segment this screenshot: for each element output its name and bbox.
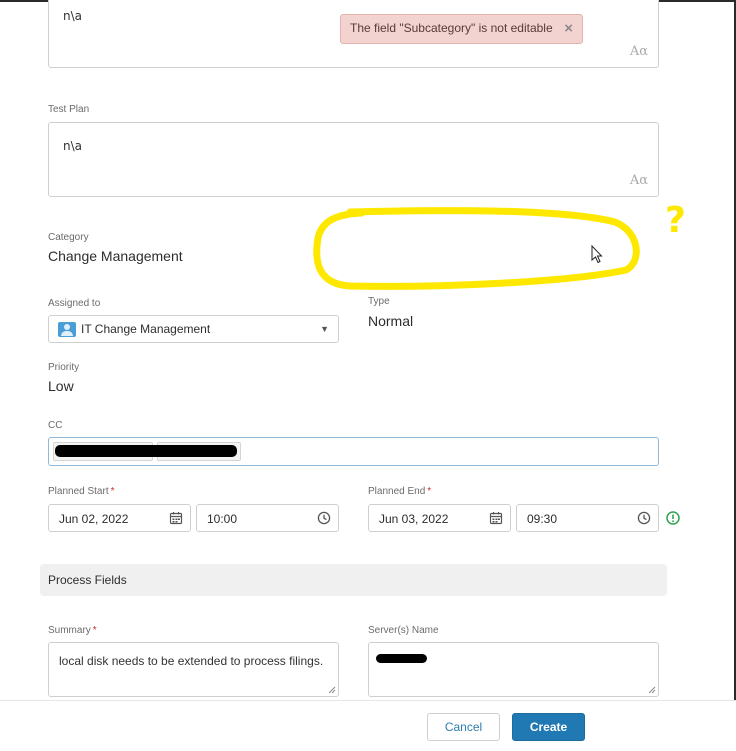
toast-message: The field "Subcategory" is not editable <box>350 21 553 35</box>
planned-end-date: Jun 03, 2022 <box>379 512 449 526</box>
text-format-icon[interactable]: Aα <box>630 44 648 59</box>
assigned-to-label: Assigned to <box>48 298 101 309</box>
process-fields-title: Process Fields <box>48 573 127 587</box>
priority-value: Low <box>48 378 74 394</box>
group-icon <box>58 322 76 337</box>
redaction-mark <box>376 654 427 663</box>
resize-handle-icon[interactable] <box>648 686 656 694</box>
assigned-to-value: IT Change Management <box>81 322 211 336</box>
planned-start-time: 10:00 <box>207 512 238 526</box>
planned-end-time-input[interactable]: 09:30 <box>516 504 659 532</box>
annotation-overlay: ? <box>313 200 686 290</box>
planned-start-time-input[interactable]: 10:00 <box>196 504 339 532</box>
question-mark-annotation: ? <box>665 200 686 241</box>
servers-name-textarea[interactable] <box>368 642 659 697</box>
test-plan-textarea[interactable]: n\a Aα <box>48 122 659 197</box>
text-format-icon[interactable]: Aα <box>630 173 648 188</box>
close-icon[interactable]: × <box>564 20 573 37</box>
planned-end-date-input[interactable]: Jun 03, 2022 <box>368 504 511 532</box>
warning-icon[interactable] <box>666 511 680 525</box>
cc-input[interactable] <box>48 437 659 466</box>
resize-handle-icon[interactable] <box>328 686 336 694</box>
calendar-icon[interactable] <box>169 511 183 525</box>
error-toast: The field "Subcategory" is not editable … <box>340 14 583 44</box>
planned-start-date-input[interactable]: Jun 02, 2022 <box>48 504 191 532</box>
cc-label: CC <box>48 420 63 431</box>
form-footer: Cancel Create <box>0 700 736 751</box>
clock-icon[interactable] <box>637 511 651 525</box>
servers-name-label: Server(s) Name <box>368 625 439 636</box>
process-fields-section-header: Process Fields <box>40 564 667 596</box>
summary-value: local disk needs to be extended to proce… <box>59 654 324 668</box>
type-label: Type <box>368 296 390 307</box>
clock-icon[interactable] <box>317 511 331 525</box>
category-label: Category <box>48 232 89 243</box>
cancel-button[interactable]: Cancel <box>427 713 500 741</box>
test-plan-value: n\a <box>63 139 83 153</box>
redaction-mark <box>55 445 237 457</box>
assigned-to-select[interactable]: IT Change Management ▼ <box>48 315 339 343</box>
planned-start-date: Jun 02, 2022 <box>59 512 129 526</box>
type-value: Normal <box>368 313 414 329</box>
chevron-down-icon[interactable]: ▼ <box>320 324 329 334</box>
planned-end-label: Planned End * <box>368 486 432 497</box>
calendar-icon[interactable] <box>489 511 503 525</box>
summary-textarea[interactable]: local disk needs to be extended to proce… <box>48 642 339 697</box>
summary-label: Summary * <box>48 625 97 636</box>
test-plan-label: Test Plan <box>48 104 90 115</box>
planned-start-label: Planned Start * <box>48 486 115 497</box>
priority-label: Priority <box>48 362 80 373</box>
category-value: Change Management <box>48 248 183 264</box>
previous-field-value: n\a <box>63 9 83 23</box>
mouse-cursor-icon <box>591 244 603 264</box>
create-button[interactable]: Create <box>512 713 585 741</box>
planned-end-time: 09:30 <box>527 512 558 526</box>
highlight-circle-annotation <box>313 207 640 290</box>
